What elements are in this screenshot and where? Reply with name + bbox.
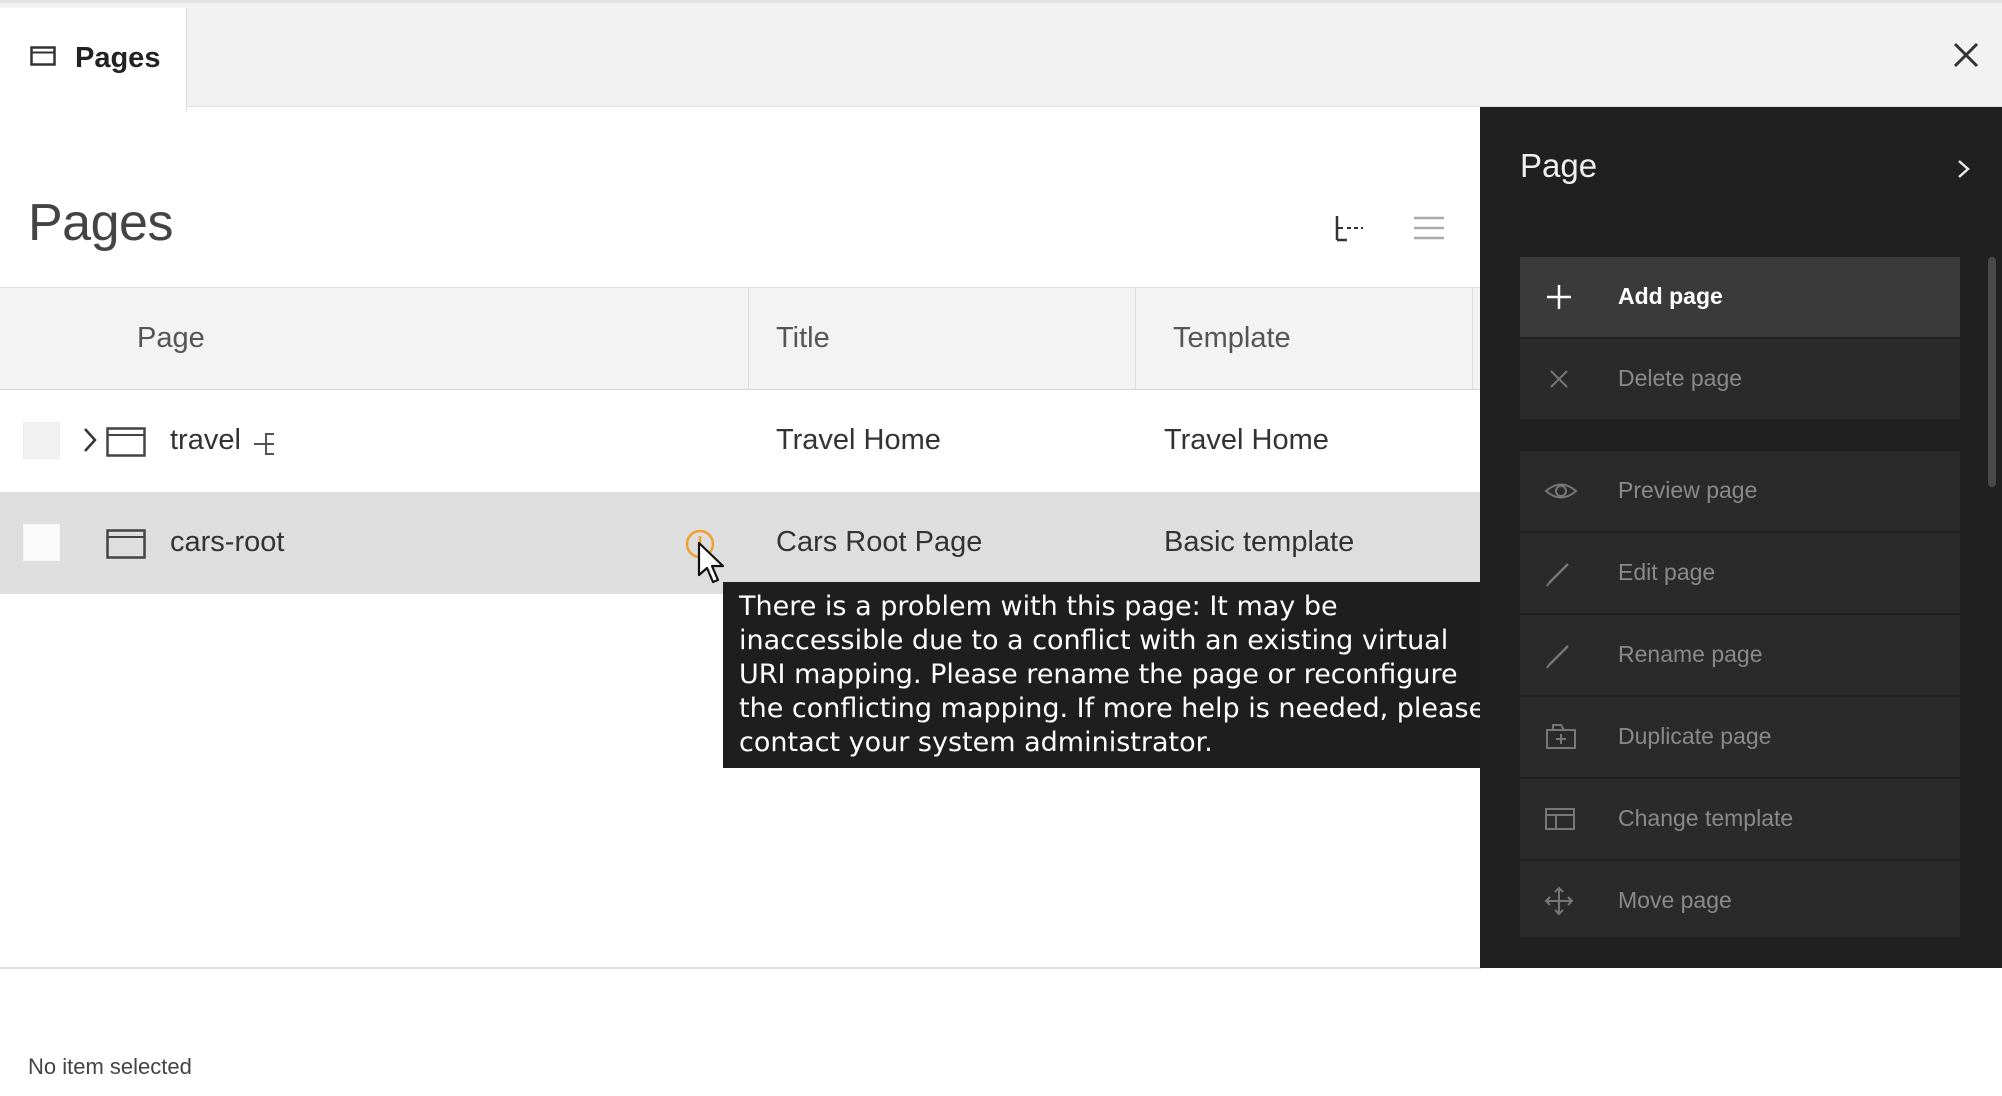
- panel-scrollbar[interactable]: [1988, 257, 1996, 487]
- close-icon[interactable]: [1944, 33, 1988, 77]
- change-template-button[interactable]: Change template: [1520, 779, 1960, 859]
- panel-title: Page: [1520, 147, 1598, 184]
- page-name: travel: [170, 424, 241, 456]
- tree-view-icon[interactable]: [1325, 206, 1371, 250]
- chevron-right-icon[interactable]: [1949, 149, 1979, 189]
- template-cell: Basic template: [1164, 526, 1355, 558]
- link-icon: [252, 430, 278, 461]
- list-view-icon[interactable]: [1406, 206, 1452, 250]
- table-row[interactable]: travel Travel Home Travel Home: [0, 390, 1481, 492]
- tab-label: Pages: [75, 42, 161, 74]
- rename-page-button[interactable]: Rename page: [1520, 615, 1960, 695]
- x-icon: [1544, 364, 1574, 394]
- template-cell: Travel Home: [1164, 424, 1329, 456]
- mouse-cursor-icon: [697, 541, 727, 590]
- delete-page-button[interactable]: Delete page: [1520, 339, 1960, 419]
- duplicate-icon: [1544, 722, 1576, 752]
- page-icon: [106, 529, 146, 564]
- page-icon: [106, 427, 146, 462]
- selection-status: No item selected: [28, 1054, 192, 1079]
- table-row[interactable]: cars-root Cars Root Page Basic template: [0, 492, 1481, 594]
- eye-icon: [1544, 476, 1578, 506]
- template-icon: [1544, 804, 1575, 834]
- divider: [0, 967, 1481, 969]
- warning-tooltip: There is a problem with this page: It ma…: [723, 582, 1516, 768]
- move-page-button[interactable]: Move page: [1520, 861, 1960, 937]
- page-name: cars-root: [170, 526, 285, 558]
- pencil-icon: [1544, 640, 1574, 670]
- edit-page-button[interactable]: Edit page: [1520, 533, 1960, 613]
- plus-icon: [1544, 282, 1574, 312]
- page-title-cell: Cars Root Page: [776, 526, 983, 558]
- tab-pages[interactable]: Pages: [0, 8, 187, 111]
- column-header-title[interactable]: Title: [749, 288, 1136, 389]
- table-header: Page Title Template: [0, 287, 1481, 390]
- add-page-button[interactable]: Add page: [1520, 257, 1960, 337]
- page-title-cell: Travel Home: [776, 424, 941, 456]
- column-header-page[interactable]: Page: [0, 288, 749, 389]
- move-icon: [1544, 886, 1574, 916]
- tab-strip: Pages: [0, 0, 2002, 111]
- chevron-right-icon[interactable]: [82, 426, 98, 459]
- pencil-icon: [1544, 558, 1574, 588]
- preview-page-button[interactable]: Preview page: [1520, 451, 1960, 531]
- page-title: Pages: [28, 194, 173, 252]
- page-actions-panel: Page Add page Delete page Preview page E…: [1480, 107, 2002, 968]
- row-checkbox[interactable]: [23, 524, 60, 561]
- row-checkbox[interactable]: [23, 422, 60, 459]
- duplicate-page-button[interactable]: Duplicate page: [1520, 697, 1960, 777]
- column-header-template[interactable]: Template: [1136, 288, 1473, 389]
- page-icon: [30, 46, 56, 71]
